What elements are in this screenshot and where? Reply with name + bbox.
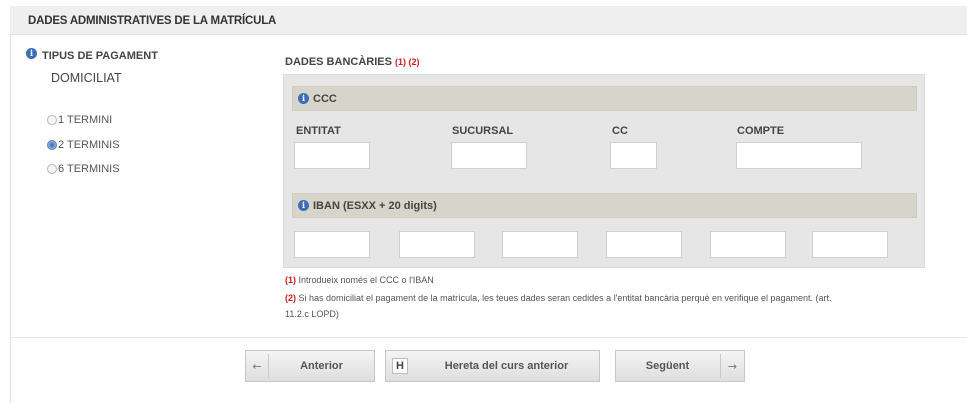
iban-label: IBAN (ESXX + 20 digits) [313, 200, 437, 212]
previous-label: Anterior [300, 360, 343, 372]
info-icon[interactable]: i [298, 93, 309, 104]
ccc-label: CCC [313, 93, 337, 105]
note-1: (1) Introdueix només el CCC o l'IBAN [285, 275, 434, 285]
page: DADES ADMINISTRATIVES DE LA MATRÍCULA i … [0, 0, 967, 403]
arrow-right-icon: → [727, 359, 738, 373]
iban-input-5[interactable] [710, 231, 786, 258]
h-icon: H [392, 358, 408, 374]
bank-data-title: DADES BANCÀRIES (1) (2) [285, 56, 420, 68]
note-text: 11.2.c LOPD) [285, 309, 339, 319]
radio-label: 6 TERMINIS [58, 163, 120, 175]
col-entitat: ENTITAT [296, 125, 341, 137]
note-text: Introdueix només el CCC o l'IBAN [298, 275, 434, 285]
ccc-bar: i CCC [292, 86, 917, 111]
compte-input[interactable] [736, 142, 862, 169]
cc-input[interactable] [610, 142, 657, 169]
iban-bar: i IBAN (ESXX + 20 digits) [292, 193, 917, 218]
note-text: Si has domiciliat el pagament de la matr… [298, 293, 832, 303]
col-compte: COMPTE [737, 125, 785, 137]
iban-input-1[interactable] [294, 231, 370, 258]
sucursal-input[interactable] [451, 142, 527, 169]
entitat-input[interactable] [294, 142, 370, 169]
divider [10, 337, 967, 338]
bank-data-refs: (1) (2) [395, 57, 420, 67]
next-button[interactable]: Següent → [615, 350, 745, 382]
note-ref: (1) [285, 275, 296, 285]
next-label: Següent [645, 360, 690, 372]
arrow-left-icon: ← [252, 359, 262, 373]
radio-label: 2 TERMINIS [58, 139, 120, 151]
radio-option-6-terminis[interactable]: 6 TERMINIS [47, 163, 120, 175]
radio-option-1-termini[interactable]: 1 TERMINI [47, 114, 112, 126]
radio-label: 1 TERMINI [58, 114, 113, 126]
section-title: DADES ADMINISTRATIVES DE LA MATRÍCULA [28, 15, 277, 27]
previous-button[interactable]: ← Anterior [245, 350, 375, 382]
radio-button[interactable] [47, 164, 57, 174]
inherit-button[interactable]: H Hereta del curs anterior [385, 350, 600, 382]
iban-input-4[interactable] [606, 231, 682, 258]
note-2: (2) Si has domiciliat el pagament de la … [285, 293, 832, 303]
iban-input-3[interactable] [502, 231, 578, 258]
inherit-label: Hereta del curs anterior [444, 360, 569, 372]
radio-option-2-terminis[interactable]: 2 TERMINIS [47, 139, 120, 151]
payment-type-title: TIPUS DE PAGAMENT [42, 50, 158, 62]
h-icon-wrap: H [390, 351, 410, 381]
section-header: DADES ADMINISTRATIVES DE LA MATRÍCULA [10, 6, 967, 35]
left-border [10, 34, 11, 403]
info-icon[interactable]: i [298, 200, 309, 211]
radio-button[interactable] [47, 115, 57, 125]
bank-data-title-text: DADES BANCÀRIES [285, 56, 392, 68]
radio-button-checked[interactable] [47, 140, 57, 150]
info-icon[interactable]: i [26, 48, 37, 59]
col-sucursal: SUCURSAL [452, 125, 514, 137]
payment-type-value: DOMICILIAT [51, 71, 122, 85]
iban-input-6[interactable] [812, 231, 888, 258]
col-cc: CC [612, 125, 628, 137]
note-2-continued: 11.2.c LOPD) [285, 309, 339, 319]
note-ref: (2) [285, 293, 296, 303]
iban-input-2[interactable] [399, 231, 475, 258]
